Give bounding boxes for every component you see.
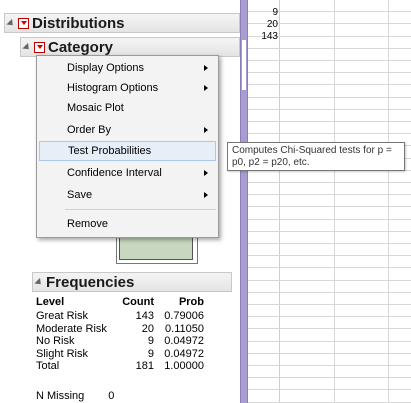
grid-row [248,85,411,98]
menu-item-label: Histogram Options [67,82,159,94]
grid-row [248,281,411,293]
menu-item-label: Confidence Interval [67,167,162,179]
grid-row [248,293,411,305]
grid-row [248,256,411,269]
menu-item-save[interactable]: Save [39,185,216,205]
submenu-arrow-icon [204,85,208,91]
frequencies-outline-header[interactable]: Frequencies [32,272,232,292]
count-cell: 181 [135,360,154,372]
menu-item-remove[interactable]: Remove [39,214,216,234]
prob-cell: 0.79006 [164,310,204,322]
prob-cell: 0.04972 [164,347,204,360]
red-triangle-menu-icon[interactable] [34,41,45,53]
grid-row [248,317,411,330]
grid-row [248,305,411,318]
grid-row [248,73,411,86]
grid-row [248,98,411,110]
grid-row [248,195,411,208]
grid-cell[interactable]: 143 [248,31,278,42]
menu-item-label: Order By [67,124,112,136]
n-missing-label: N Missing [36,390,85,402]
menu-item-display-options[interactable]: Display Options [39,58,216,78]
grid-row [248,354,411,366]
level-cell: Slight Risk [36,347,88,360]
menu-item-histogram-options[interactable]: Histogram Options [39,78,216,98]
grid-row [248,244,411,257]
splitter-thumb[interactable] [242,40,246,90]
submenu-arrow-icon [204,127,208,133]
grid-row [248,366,411,379]
grid-row [248,390,411,403]
grid-row [248,49,411,61]
grid-row [248,207,411,220]
grid-cell[interactable]: 20 [248,19,278,30]
table-row: No Risk 9 0.04972 [36,335,204,348]
menu-item-mosaic-plot[interactable]: Mosaic Plot [39,98,216,118]
n-missing-row: N Missing 0 [36,390,114,402]
menu-item-label: Test Probabilities [68,145,152,157]
grid-cell[interactable]: 9 [248,7,278,18]
disclosure-triangle-icon[interactable] [6,18,16,28]
distributions-outline-header[interactable]: Distributions [4,13,240,33]
level-cell: Great Risk [36,310,88,322]
grid-row [248,329,411,342]
prob-cell: 0.04972 [164,335,204,347]
grid-row [248,110,411,122]
grid-row [248,268,411,281]
table-row: Great Risk 143 0.79006 [36,310,204,323]
menu-item-confidence-interval[interactable]: Confidence Interval [39,163,216,183]
red-triangle-menu-icon[interactable] [18,17,29,29]
menu-separator [65,209,216,210]
prob-cell: 0.11050 [165,322,204,335]
grid-row [248,122,411,135]
menu-item-order-by[interactable]: Order By [39,120,216,140]
grid-row [248,171,411,183]
menu-item-label: Mosaic Plot [67,102,124,114]
category-title: Category [48,38,114,56]
submenu-arrow-icon [204,192,208,198]
category-outline-header[interactable]: Category [20,37,240,57]
menu-item-label: Display Options [67,62,145,74]
disclosure-triangle-icon[interactable] [22,42,32,52]
level-cell: Total [36,360,60,372]
count-cell: 9 [147,347,154,360]
level-column-header: Level [36,296,65,308]
grid-row [248,183,411,196]
count-cell: 20 [141,322,154,335]
grid-row [248,342,411,354]
grid-row [248,61,411,74]
count-cell: 9 [147,335,154,347]
grid-row [248,220,411,232]
grid-row [248,378,411,391]
count-column-header: Count [122,296,154,308]
frequencies-title: Frequencies [46,273,135,291]
table-row: Slight Risk 9 0.04972 [36,348,204,361]
data-grid[interactable]: 9 20 143 [248,0,411,403]
menu-item-test-probabilities[interactable]: Test Probabilities [39,141,216,161]
submenu-arrow-icon [204,170,208,176]
menu-item-label: Save [67,189,93,201]
level-cell: No Risk [36,335,75,347]
level-cell: Moderate Risk [36,322,107,335]
menu-item-label: Remove [67,218,108,230]
grid-row [248,232,411,244]
disclosure-triangle-icon[interactable] [34,277,44,287]
submenu-arrow-icon [204,65,208,71]
test-probabilities-tooltip: Computes Chi-Squared tests for p = p0, p… [227,142,405,171]
table-row: Moderate Risk 20 0.11050 [36,323,204,336]
pane-splitter[interactable] [240,0,248,403]
context-menu[interactable]: Display Options Histogram Options Mosaic… [36,55,219,238]
prob-column-header: Prob [178,296,204,308]
prob-cell: 1.00000 [164,360,204,372]
table-row: Total 181 1.00000 [36,360,204,373]
count-cell: 143 [135,310,154,322]
n-missing-value: 0 [108,390,115,402]
frequencies-table: Level Count Prob Great Risk 143 0.79006 … [36,296,204,373]
distributions-title: Distributions [32,14,125,32]
